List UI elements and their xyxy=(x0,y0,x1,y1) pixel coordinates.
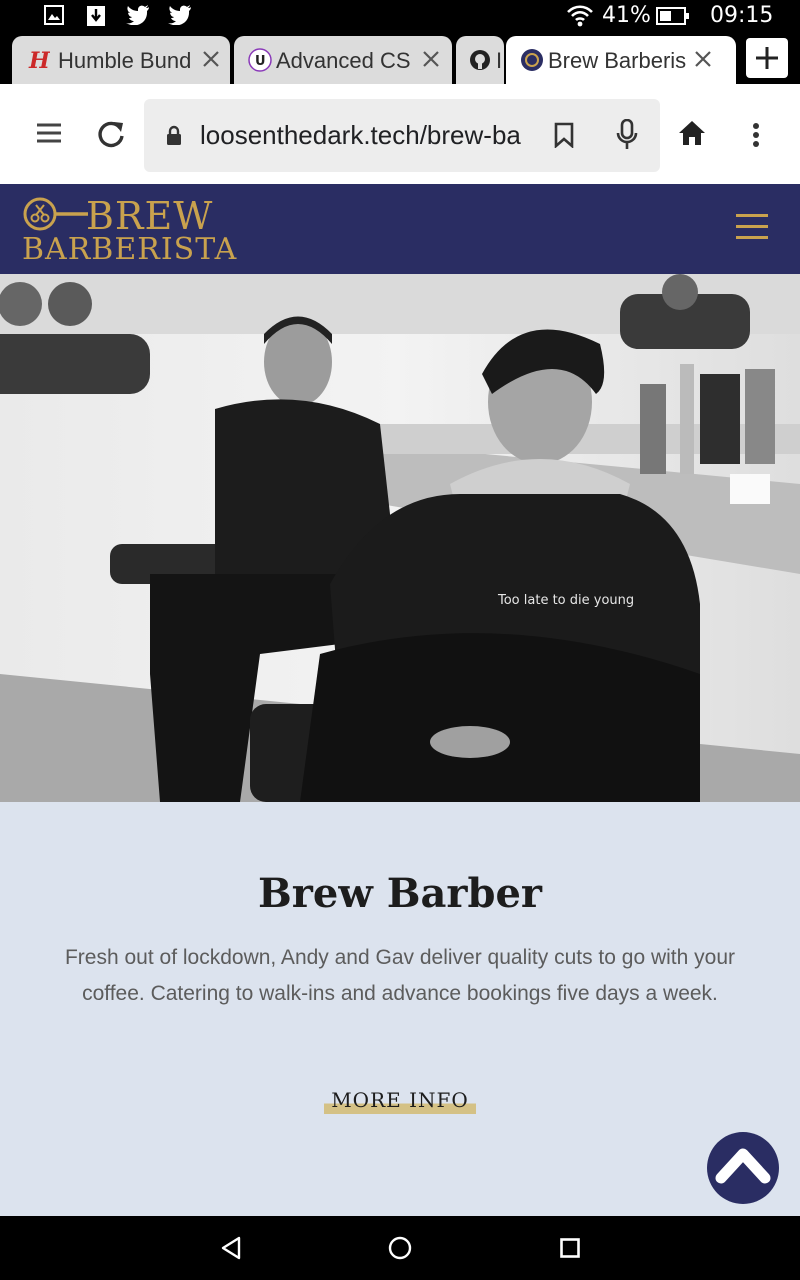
more-options-icon[interactable] xyxy=(750,122,762,148)
gallery-icon xyxy=(44,5,64,25)
chevron-up-icon xyxy=(715,1148,771,1184)
hamburger-menu-button[interactable] xyxy=(736,214,768,240)
section-heading: Brew Barber xyxy=(258,870,542,917)
section-description: Fresh out of lockdown, Andy and Gav deli… xyxy=(64,946,736,1005)
tab-advanced-css[interactable]: U Advanced CS xyxy=(234,36,452,84)
back-to-top-button[interactable] xyxy=(707,1132,779,1204)
github-icon xyxy=(470,50,490,70)
close-icon[interactable] xyxy=(200,48,222,70)
tab-title: Advanced CS xyxy=(276,48,411,73)
close-icon[interactable] xyxy=(692,48,714,70)
brew-barberista-favicon xyxy=(521,49,543,71)
wifi-icon xyxy=(567,5,593,27)
microphone-icon[interactable] xyxy=(616,119,638,151)
status-bar: 41% 09:15 xyxy=(0,0,800,32)
scissors-logo-icon xyxy=(23,197,88,231)
download-icon xyxy=(87,6,105,26)
browser-toolbar: loosenthedark.tech/brew-ba xyxy=(0,84,800,184)
url-text[interactable]: loosenthedark.tech/brew-ba xyxy=(200,120,532,151)
plus-icon xyxy=(756,47,778,69)
android-nav-bar xyxy=(0,1216,800,1280)
home-nav-icon[interactable] xyxy=(388,1236,412,1260)
svg-text:U: U xyxy=(255,54,266,69)
home-icon[interactable] xyxy=(678,120,706,146)
tab-humble-bundle[interactable]: H Humble Bund xyxy=(12,36,230,84)
new-tab-button[interactable] xyxy=(746,38,788,78)
site-header: BREW BARBERISTA xyxy=(0,184,800,274)
back-icon[interactable] xyxy=(220,1236,242,1260)
svg-text:H: H xyxy=(28,48,50,72)
reload-icon[interactable] xyxy=(96,119,126,149)
tab-title: Brew Barberis xyxy=(548,48,687,73)
more-info-wrap: MORE INFO xyxy=(0,1086,800,1114)
bookmark-icon[interactable] xyxy=(554,122,574,148)
udemy-icon: U xyxy=(248,48,272,72)
service-section: Brew Barber Fresh out of lockdown, Andy … xyxy=(0,802,800,1216)
omnibox[interactable]: loosenthedark.tech/brew-ba xyxy=(144,99,660,172)
close-icon[interactable] xyxy=(420,48,442,70)
tab-strip: H Humble Bund U Advanced CS I Brew Barbe… xyxy=(0,32,800,84)
clock: 09:15 xyxy=(710,3,774,28)
recents-icon[interactable] xyxy=(560,1238,580,1258)
tab-title: Humble Bund xyxy=(58,48,192,73)
tab-github[interactable]: I xyxy=(456,36,504,84)
battery-icon xyxy=(656,7,689,25)
humble-bundle-icon: H xyxy=(28,48,50,72)
logo-barberista[interactable]: BARBERISTA xyxy=(22,232,237,267)
barbers-photo: Too late to die young xyxy=(0,274,800,802)
twitter-icon xyxy=(126,5,149,25)
tab-title: I xyxy=(496,48,503,73)
tab-brew-barberista[interactable]: Brew Barberis xyxy=(506,36,736,84)
hero-image: Too late to die young xyxy=(0,274,800,802)
twitter-icon xyxy=(168,5,191,25)
more-info-link[interactable]: MORE INFO xyxy=(324,1086,476,1114)
hoodie-text: Too late to die young xyxy=(497,593,634,608)
lock-icon[interactable] xyxy=(166,125,182,145)
battery-percent: 41% xyxy=(602,3,651,28)
menu-icon[interactable] xyxy=(36,122,62,144)
